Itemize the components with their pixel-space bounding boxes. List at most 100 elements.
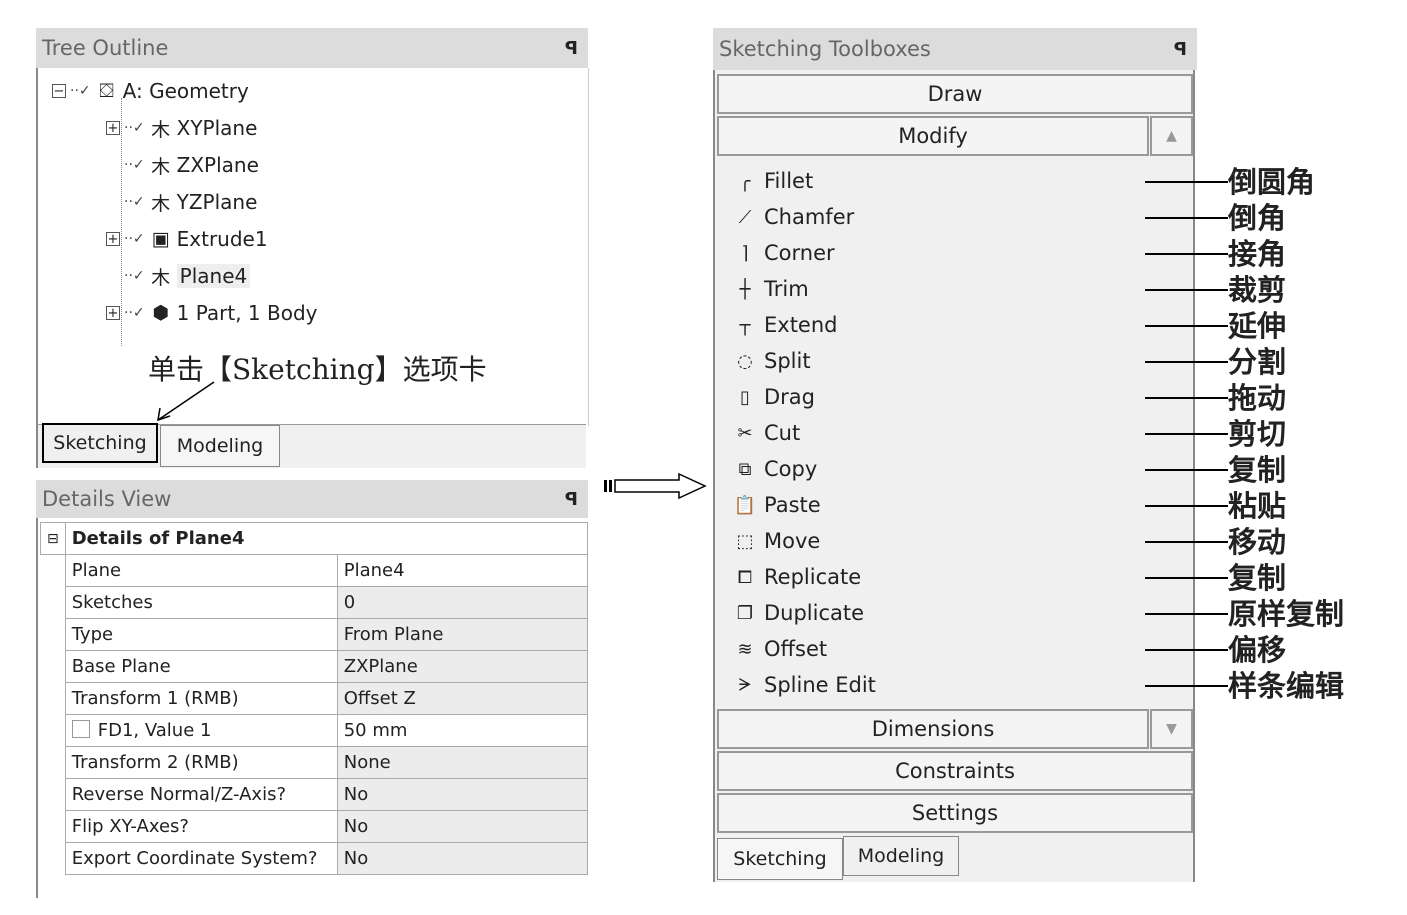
tool-copy[interactable]: ⧉ Copy xyxy=(732,454,818,484)
callout-label: 复制 xyxy=(1228,561,1287,595)
parameter-checkbox[interactable] xyxy=(71,720,90,738)
tool-drag[interactable]: ▯ Drag xyxy=(732,382,815,412)
collapse-icon[interactable]: ⊟ xyxy=(40,522,66,555)
property-value[interactable]: No xyxy=(336,810,589,843)
spline-edit-icon: ᗒ xyxy=(738,674,752,696)
details-row[interactable]: Transform 1 (RMB) Offset Z xyxy=(40,682,589,715)
expand-icon[interactable]: + xyxy=(106,121,120,135)
property-name: Flip XY-Axes? xyxy=(64,810,338,843)
tool-label: Drag xyxy=(764,385,816,409)
tool-extend[interactable]: ┬ Extend xyxy=(732,310,838,340)
tree-node[interactable]: ··✓ ⽊ YZPlane xyxy=(106,187,257,217)
property-value[interactable]: 50 mm xyxy=(336,714,589,747)
tool-split[interactable]: ◌ Split xyxy=(732,346,811,376)
details-row[interactable]: Export Coordinate System? No xyxy=(40,842,589,875)
tool-replicate[interactable]: ⧠ Replicate xyxy=(732,562,861,592)
tree-node[interactable]: ··✓ ⽊ ZXPlane xyxy=(106,150,259,180)
details-row[interactable]: Type From Plane xyxy=(40,618,589,651)
callout-label: 样条编辑 xyxy=(1228,669,1345,703)
details-row[interactable]: Base Plane ZXPlane xyxy=(40,650,589,683)
constraints-toolbox-button[interactable]: Constraints xyxy=(717,751,1193,791)
plane-icon: ⽊ xyxy=(151,155,171,178)
flow-arrow-icon xyxy=(604,472,707,500)
property-name-text: Flip XY-Axes? xyxy=(71,816,189,837)
trim-icon: ┼ xyxy=(739,278,751,300)
tool-spline-edit[interactable]: ᗒ Spline Edit xyxy=(732,670,875,700)
tree-node[interactable]: ··✓ ⽊ Plane4 xyxy=(106,261,251,291)
property-value[interactable]: Offset Z xyxy=(336,682,589,715)
callout-line xyxy=(1145,217,1228,219)
tree-node[interactable]: + ··✓ ▣ Extrude1 xyxy=(106,224,268,254)
modify-toolbox-button[interactable]: Modify xyxy=(717,116,1149,156)
property-name-text: Type xyxy=(71,624,114,645)
corner-icon: ⌉ xyxy=(741,242,749,264)
tool-offset[interactable]: ≋ Offset xyxy=(732,634,827,664)
tool-chamfer[interactable]: ⟋ Chamfer xyxy=(732,202,855,232)
tool-label: Split xyxy=(764,349,811,373)
property-name: FD1, Value 1 xyxy=(64,714,338,747)
duplicate-icon: ❐ xyxy=(736,602,754,624)
pin-icon[interactable]: ꟼ xyxy=(1174,39,1187,60)
callout-label: 裁剪 xyxy=(1228,273,1287,307)
tab-modeling[interactable]: Modeling xyxy=(160,425,280,467)
scroll-down-button[interactable]: ▼ xyxy=(1150,709,1193,749)
check-icon: ··✓ xyxy=(70,83,91,99)
details-row[interactable]: FD1, Value 1 50 mm xyxy=(40,714,589,747)
property-name-text: Base Plane xyxy=(71,656,171,677)
property-value[interactable]: 0 xyxy=(336,586,589,619)
tool-corner[interactable]: ⌉ Corner xyxy=(732,238,834,268)
tab-sketching[interactable]: Sketching xyxy=(42,423,158,463)
tool-label: Extend xyxy=(764,313,838,337)
property-value[interactable]: ZXPlane xyxy=(336,650,589,683)
scroll-up-button[interactable]: ▲ xyxy=(1150,116,1193,156)
property-value[interactable]: No xyxy=(336,842,589,875)
property-value[interactable]: Plane4 xyxy=(336,554,589,587)
geometry-icon: ⛋ xyxy=(99,80,114,102)
property-value[interactable]: No xyxy=(336,778,589,811)
callout-line xyxy=(1145,685,1228,687)
tree-node[interactable]: + ··✓ ⬢ 1 Part, 1 Body xyxy=(106,298,318,328)
callout-label: 倒圆角 xyxy=(1228,165,1316,199)
pin-icon[interactable]: ꟼ xyxy=(565,489,578,510)
callout-label: 延伸 xyxy=(1228,309,1287,343)
tool-fillet[interactable]: ╭ Fillet xyxy=(732,166,814,196)
property-value[interactable]: None xyxy=(336,746,589,779)
details-row[interactable]: Reverse Normal/Z-Axis? No xyxy=(40,778,589,811)
settings-toolbox-button[interactable]: Settings xyxy=(717,793,1193,833)
dimensions-toolbox-button[interactable]: Dimensions xyxy=(717,709,1149,749)
tool-move[interactable]: ⬚ Move xyxy=(732,526,820,556)
details-row[interactable]: Transform 2 (RMB) None xyxy=(40,746,589,779)
property-name-text: Transform 2 (RMB) xyxy=(71,752,239,773)
callout-line xyxy=(1145,397,1228,399)
details-row[interactable]: Plane Plane4 xyxy=(40,554,589,587)
callout-line xyxy=(1145,613,1228,615)
property-name: Sketches xyxy=(64,586,338,619)
property-value[interactable]: From Plane xyxy=(336,618,589,651)
check-icon: ··✓ xyxy=(124,305,145,321)
tree-node[interactable]: − ··✓ ⛋ A: Geometry xyxy=(52,76,249,106)
tab-sketching[interactable]: Sketching xyxy=(717,838,843,880)
move-icon: ⬚ xyxy=(736,530,754,552)
tool-duplicate[interactable]: ❐ Duplicate xyxy=(732,598,864,628)
tab-modeling[interactable]: Modeling xyxy=(843,836,959,876)
details-section-row[interactable]: ⊟ Details of Plane4 xyxy=(40,522,589,555)
pin-icon[interactable]: ꟼ xyxy=(565,38,578,59)
tree-node[interactable]: + ··✓ ⽊ XYPlane xyxy=(106,113,257,143)
details-row[interactable]: Flip XY-Axes? No xyxy=(40,810,589,843)
tool-label: Fillet xyxy=(764,169,814,193)
draw-toolbox-button[interactable]: Draw xyxy=(717,74,1193,114)
property-name-text: Export Coordinate System? xyxy=(71,848,318,869)
callout-label: 复制 xyxy=(1228,453,1287,487)
expand-icon[interactable]: + xyxy=(106,232,120,246)
callout-label: 移动 xyxy=(1228,525,1287,559)
details-row[interactable]: Sketches 0 xyxy=(40,586,589,619)
tree-node-label: A: Geometry xyxy=(122,79,249,103)
collapse-icon[interactable]: − xyxy=(52,84,66,98)
tool-cut[interactable]: ✂ Cut xyxy=(732,418,800,448)
expand-icon[interactable]: + xyxy=(106,306,120,320)
callout-line xyxy=(1145,361,1228,363)
tool-paste[interactable]: 📋 Paste xyxy=(732,490,821,520)
callout-label: 粘贴 xyxy=(1228,489,1287,523)
tree-outline-header: Tree Outline ꟼ xyxy=(36,28,588,68)
tool-trim[interactable]: ┼ Trim xyxy=(732,274,809,304)
